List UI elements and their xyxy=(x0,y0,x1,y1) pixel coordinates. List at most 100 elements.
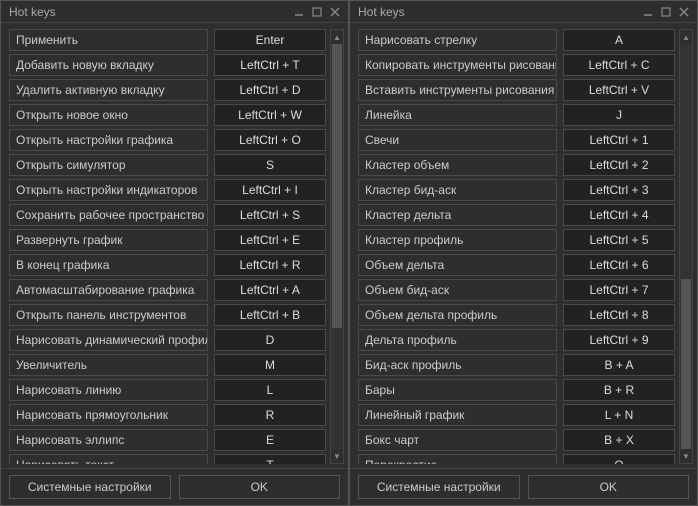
hotkey-value[interactable]: Enter xyxy=(214,29,326,51)
hotkey-label[interactable]: Кластер бид-аск xyxy=(358,179,557,201)
hotkey-value[interactable]: LeftCtrl + 1 xyxy=(563,129,675,151)
hotkey-label[interactable]: Кластер объем xyxy=(358,154,557,176)
hotkey-value[interactable]: LeftCtrl + T xyxy=(214,54,326,76)
hotkey-row: Объем бид-аск LeftCtrl + 7 xyxy=(358,279,675,301)
hotkey-label[interactable]: Нарисовать стрелку xyxy=(358,29,557,51)
hotkey-row: Добавить новую вкладку LeftCtrl + T xyxy=(9,54,326,76)
hotkey-label[interactable]: Бид-аск профиль xyxy=(358,354,557,376)
minimize-button[interactable] xyxy=(290,4,308,20)
hotkey-value[interactable]: LeftCtrl + 9 xyxy=(563,329,675,351)
hotkey-value[interactable]: LeftCtrl + C xyxy=(563,54,675,76)
hotkey-value[interactable]: L + N xyxy=(563,404,675,426)
hotkey-value[interactable]: E xyxy=(214,429,326,451)
system-settings-button[interactable]: Системные настройки xyxy=(358,475,520,499)
ok-button[interactable]: OK xyxy=(179,475,341,499)
hotkey-value[interactable]: LeftCtrl + V xyxy=(563,79,675,101)
ok-button[interactable]: OK xyxy=(528,475,690,499)
hotkey-value[interactable]: LeftCtrl + A xyxy=(214,279,326,301)
hotkey-label[interactable]: Открыть новое окно xyxy=(9,104,208,126)
hotkey-value[interactable]: M xyxy=(214,354,326,376)
hotkey-label[interactable]: Открыть настройки графика xyxy=(9,129,208,151)
hotkey-value[interactable]: J xyxy=(563,104,675,126)
scroll-thumb[interactable] xyxy=(681,279,691,449)
hotkey-label[interactable]: Вставить инструменты рисования xyxy=(358,79,557,101)
hotkey-row: Кластер дельта LeftCtrl + 4 xyxy=(358,204,675,226)
hotkey-value[interactable]: LeftCtrl + 8 xyxy=(563,304,675,326)
hotkey-label[interactable]: Дельта профиль xyxy=(358,329,557,351)
hotkey-value[interactable]: LeftCtrl + D xyxy=(214,79,326,101)
hotkey-label[interactable]: Бокс чарт xyxy=(358,429,557,451)
hotkey-label[interactable]: Открыть настройки индикаторов xyxy=(9,179,208,201)
hotkey-value[interactable]: LeftCtrl + 4 xyxy=(563,204,675,226)
hotkey-label[interactable]: Свечи xyxy=(358,129,557,151)
scrollbar[interactable]: ▲▼ xyxy=(679,29,693,464)
hotkey-value[interactable]: LeftCtrl + 7 xyxy=(563,279,675,301)
scroll-track[interactable] xyxy=(680,44,692,449)
hotkey-value[interactable]: S xyxy=(214,154,326,176)
hotkey-label[interactable]: Добавить новую вкладку xyxy=(9,54,208,76)
hotkey-label[interactable]: Объем дельта xyxy=(358,254,557,276)
hotkey-label[interactable]: Автомасштабирование графика xyxy=(9,279,208,301)
hotkey-value[interactable]: LeftCtrl + I xyxy=(214,179,326,201)
hotkey-label[interactable]: Применить xyxy=(9,29,208,51)
hotkey-value[interactable]: D xyxy=(214,329,326,351)
hotkey-value[interactable]: B + A xyxy=(563,354,675,376)
hotkey-value[interactable]: LeftCtrl + 3 xyxy=(563,179,675,201)
hotkey-value[interactable]: LeftCtrl + E xyxy=(214,229,326,251)
hotkey-label[interactable]: Сохранить рабочее пространство xyxy=(9,204,208,226)
hotkey-value[interactable]: R xyxy=(214,404,326,426)
hotkey-label[interactable]: Объем дельта профиль xyxy=(358,304,557,326)
hotkey-value[interactable]: L xyxy=(214,379,326,401)
scroll-up-icon[interactable]: ▲ xyxy=(331,30,343,44)
hotkey-label[interactable]: Развернуть график xyxy=(9,229,208,251)
hotkey-label[interactable]: Нарисовать линию xyxy=(9,379,208,401)
hotkey-value[interactable]: LeftCtrl + O xyxy=(214,129,326,151)
scroll-down-icon[interactable]: ▼ xyxy=(680,449,692,463)
hotkey-label[interactable]: Кластер дельта xyxy=(358,204,557,226)
hotkey-value[interactable]: LeftCtrl + W xyxy=(214,104,326,126)
hotkey-label[interactable]: В конец графика xyxy=(9,254,208,276)
hotkey-label[interactable]: Бары xyxy=(358,379,557,401)
hotkey-value[interactable]: Q xyxy=(563,454,675,464)
close-button[interactable] xyxy=(326,4,344,20)
hotkey-label[interactable]: Удалить активную вкладку xyxy=(9,79,208,101)
hotkey-value[interactable]: LeftCtrl + S xyxy=(214,204,326,226)
maximize-button[interactable] xyxy=(308,4,326,20)
hotkey-label[interactable]: Линейка xyxy=(358,104,557,126)
hotkey-value[interactable]: LeftCtrl + 2 xyxy=(563,154,675,176)
hotkey-label[interactable]: Нарисовать прямоугольник xyxy=(9,404,208,426)
scroll-up-icon[interactable]: ▲ xyxy=(680,30,692,44)
hotkey-value[interactable]: LeftCtrl + 5 xyxy=(563,229,675,251)
scroll-thumb[interactable] xyxy=(332,44,342,328)
hotkey-value[interactable]: LeftCtrl + R xyxy=(214,254,326,276)
hotkey-label[interactable]: Нарисовать текст xyxy=(9,454,208,464)
close-button[interactable] xyxy=(675,4,693,20)
window-title: Hot keys xyxy=(358,5,639,19)
hotkey-row: Нарисовать линию L xyxy=(9,379,326,401)
minimize-button[interactable] xyxy=(639,4,657,20)
hotkey-label[interactable]: Перекрестие xyxy=(358,454,557,464)
hotkey-label[interactable]: Копировать инструменты рисования xyxy=(358,54,557,76)
maximize-button[interactable] xyxy=(657,4,675,20)
hotkey-row: Линейный график L + N xyxy=(358,404,675,426)
hotkey-value[interactable]: B + X xyxy=(563,429,675,451)
scrollbar[interactable]: ▲▼ xyxy=(330,29,344,464)
scroll-down-icon[interactable]: ▼ xyxy=(331,449,343,463)
hotkey-label[interactable]: Открыть симулятор xyxy=(9,154,208,176)
hotkey-row: Развернуть график LeftCtrl + E xyxy=(9,229,326,251)
hotkey-value[interactable]: A xyxy=(563,29,675,51)
hotkey-label[interactable]: Кластер профиль xyxy=(358,229,557,251)
scroll-track[interactable] xyxy=(331,44,343,449)
hotkey-label[interactable]: Открыть панель инструментов xyxy=(9,304,208,326)
hotkey-value[interactable]: LeftCtrl + 6 xyxy=(563,254,675,276)
hotkey-label[interactable]: Нарисовать эллипс xyxy=(9,429,208,451)
hotkey-row: Нарисовать эллипс E xyxy=(9,429,326,451)
hotkey-label[interactable]: Нарисовать динамический профиль xyxy=(9,329,208,351)
hotkey-label[interactable]: Увеличитель xyxy=(9,354,208,376)
hotkey-label[interactable]: Линейный график xyxy=(358,404,557,426)
hotkey-value[interactable]: B + R xyxy=(563,379,675,401)
hotkey-label[interactable]: Объем бид-аск xyxy=(358,279,557,301)
hotkey-value[interactable]: LeftCtrl + B xyxy=(214,304,326,326)
hotkey-value[interactable]: T xyxy=(214,454,326,464)
system-settings-button[interactable]: Системные настройки xyxy=(9,475,171,499)
